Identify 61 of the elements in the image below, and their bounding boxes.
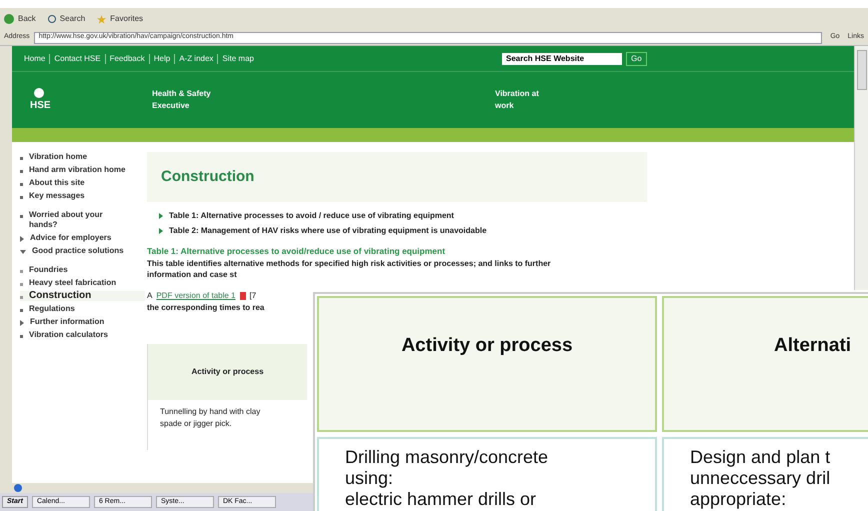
table-link[interactable]: Table 2: Management of HAV risks where use of vibrating equipment is unavoidable (169, 225, 487, 237)
nav-link[interactable]: Site map (222, 52, 254, 64)
nav-link[interactable]: A-Z index (179, 52, 214, 64)
sidebar-subitem[interactable]: Heavy steel fabrication (20, 278, 145, 288)
table-header-cell: Activity or process (148, 344, 307, 400)
browser-status-icon (14, 484, 22, 492)
scroll-thumb[interactable] (856, 50, 866, 90)
section-heading: Table 1: Alternative processes to avoid/reduce use of vibrating equipment (147, 245, 446, 258)
nav-link[interactable]: Feedback (110, 52, 145, 64)
scrollbar[interactable] (854, 46, 868, 290)
sidebar-link[interactable]: Hand arm vibration home (29, 165, 126, 175)
table-link[interactable]: Table 1: Alternative processes to avoid / reduce use of vibrating equipment (169, 210, 454, 222)
search-button[interactable]: Search (48, 13, 86, 25)
bullet-icon (20, 283, 23, 286)
back-button[interactable]: Back (4, 13, 36, 25)
zoomed-header-cell: Alternati (662, 296, 868, 432)
nav-link[interactable]: Home (24, 52, 46, 64)
sidebar-link[interactable]: Further information (30, 317, 104, 327)
bullet-icon (20, 335, 23, 338)
arrow-icon (159, 228, 163, 234)
sidebar-subitem[interactable]: Foundries (20, 265, 145, 275)
bullet-icon (20, 170, 23, 173)
bullet-icon (20, 196, 23, 199)
pdf-note-text: the corresponding times to rea (147, 302, 266, 314)
sidebar-subitem[interactable]: Construction (20, 291, 145, 301)
pdf-size-text: [7 (250, 290, 256, 302)
organisation-name: Health & Safety Executive (152, 88, 212, 112)
magnifier-icon (48, 15, 56, 23)
bullet-icon (20, 183, 23, 186)
sidebar-link[interactable]: Worried about your hands? (29, 210, 130, 230)
pdf-link[interactable]: PDF version of table 1 (156, 290, 236, 302)
pdf-icon (240, 292, 246, 300)
sidebar-link[interactable]: About this site (29, 178, 85, 188)
search-field[interactable]: Search HSE Website (502, 52, 622, 64)
search-go-button[interactable]: Go (626, 52, 647, 66)
zoomed-header-cell: Activity or process (317, 296, 657, 432)
star-icon (97, 14, 106, 24)
hse-logo-text: HSE (30, 98, 51, 112)
page-heading: Construction (161, 166, 254, 187)
pdf-prefix: A (147, 290, 152, 302)
table-cell-text: Tunnelling by hand with clay spade or jigger pick. (159, 406, 262, 430)
zoomed-table-cell: Design and plan t unneccessary dril appropriate: (662, 437, 868, 511)
hse-logo-icon (34, 88, 44, 98)
zoomed-table-cell: Drilling masonry/concrete using: electric hammer drills or (317, 437, 657, 511)
sidebar-link[interactable]: Vibration calculators (29, 330, 108, 340)
favorites-button[interactable]: Favorites (97, 13, 144, 25)
sidebar-link[interactable]: Good practice solutions (32, 246, 124, 256)
bullet-icon (20, 296, 23, 299)
bullet-icon (20, 270, 23, 273)
intro-paragraph: This table identifies alternative methods for specified high risk activities or processes; and links to further information and case st (147, 258, 552, 280)
sidebar-link[interactable]: Vibration home (29, 152, 88, 162)
arrow-icon (159, 213, 163, 219)
bullet-icon (20, 309, 23, 312)
nav-link[interactable]: Contact HSE (54, 52, 101, 64)
bullet-icon (20, 215, 23, 218)
section-name: Vibration at work (495, 88, 539, 112)
sidebar-link[interactable]: Advice for employers (30, 233, 112, 243)
sidebar-link[interactable]: Key messages (29, 191, 85, 201)
bullet-icon (20, 157, 23, 160)
nav-link[interactable]: Help (154, 52, 170, 64)
sidebar-link[interactable]: Regulations (29, 304, 75, 314)
